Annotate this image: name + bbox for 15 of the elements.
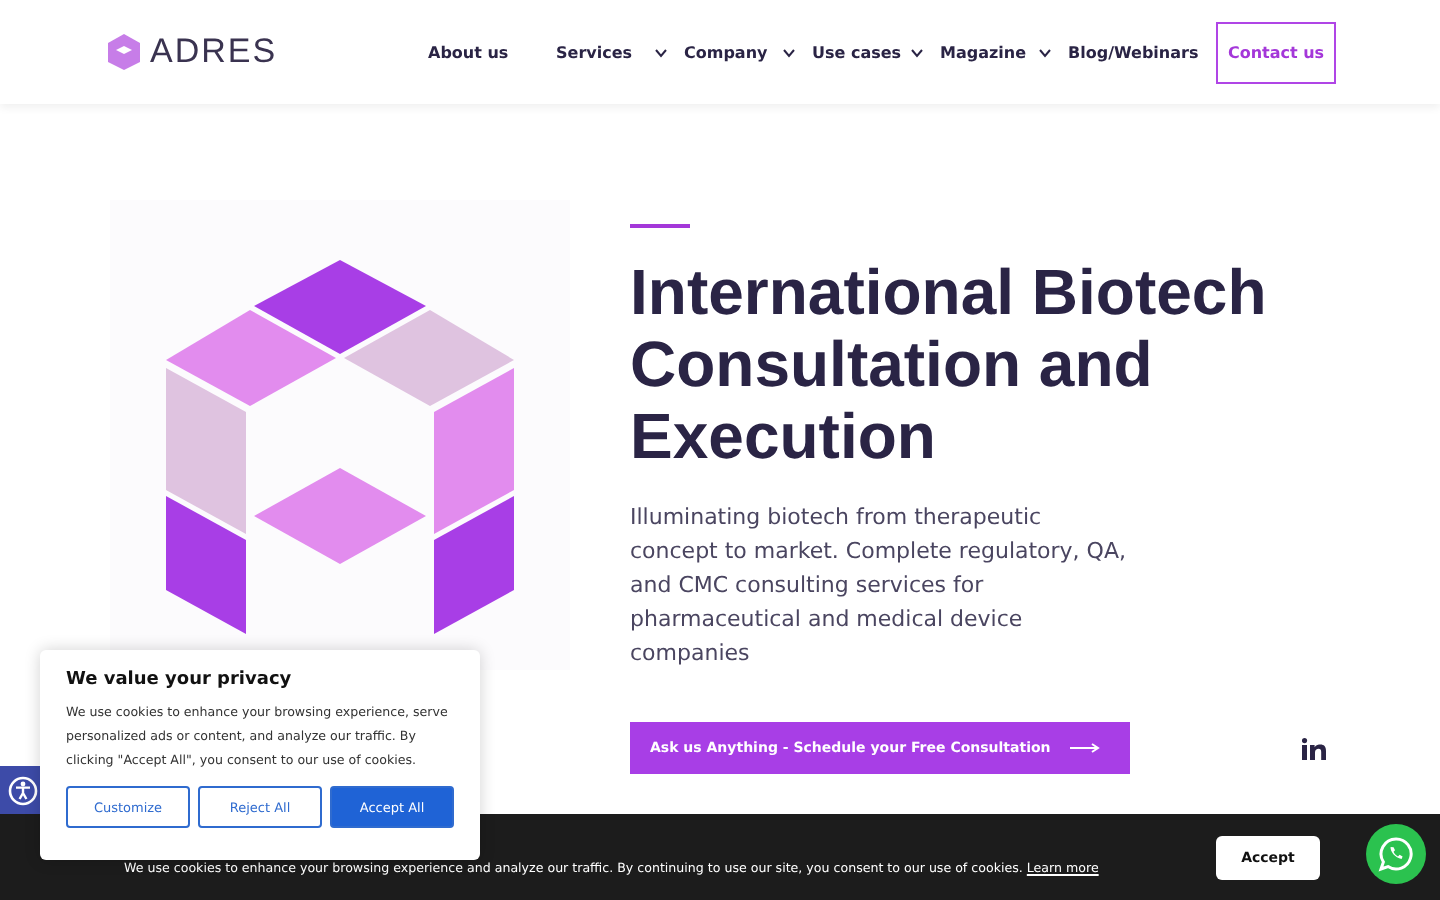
logo-text[interactable]: ADRES	[150, 32, 278, 72]
nav-link[interactable]: Use cases	[812, 43, 924, 61]
nav-link[interactable]: About us	[428, 43, 540, 61]
hero-subtitle: Illuminating biotech from therapeutic concept to market. Complete regulatory, QA, and CMC consulting services for pharmaceutical and medical device companies	[630, 502, 1128, 670]
nav-link[interactable]: Magazine	[940, 43, 1052, 61]
contact-button[interactable]: Contact us	[1216, 21, 1336, 83]
whatsapp-icon	[1378, 836, 1414, 872]
dialog-title: We value your privacy	[66, 670, 294, 690]
linkedin-icon[interactable]	[1302, 737, 1326, 759]
nav-link[interactable]: Company	[684, 43, 796, 61]
hero-title: International Biotech Consultation and Execution	[630, 256, 1269, 472]
nav-link[interactable]: Services	[556, 43, 668, 61]
arrow-icon	[1070, 742, 1103, 754]
logo-icon	[104, 32, 144, 72]
nav-link[interactable]: Blog/Webinars	[1068, 43, 1216, 61]
